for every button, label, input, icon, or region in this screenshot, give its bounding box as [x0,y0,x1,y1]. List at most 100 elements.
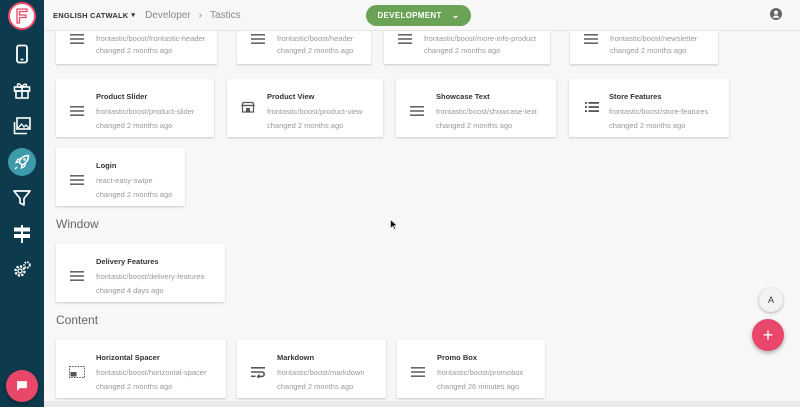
menu-icon [70,34,84,44]
tastic-title: Login [96,161,117,170]
chat-button[interactable] [6,370,38,402]
tastic-title: Store Features [609,92,662,101]
spacer-icon [69,366,85,378]
tastic-path: frontastic/boost/newsletter [610,34,698,43]
sidebar-item-gift[interactable] [8,76,36,104]
sidebar-item-rocket[interactable] [8,148,36,176]
tastic-title: Product View [267,92,315,101]
tastic-path: frontastic/boost/more-info-product [424,34,537,43]
tastic-card-store-features[interactable]: Store Features frontastic/boost/store-fe… [569,79,729,137]
breadcrumb-developer[interactable]: Developer [145,10,191,21]
spellcheck-icon: A [767,295,774,305]
tastic-path: frontastic/boost/product-slider [96,107,195,116]
tastic-card[interactable]: frontastic/boost/frontastic-header chang… [56,31,217,64]
tastic-card-product-view[interactable]: Product View frontastic/boost/product-vi… [227,79,383,137]
chevron-down-icon: ⌄ [451,10,460,20]
tastics-content: frontastic/boost/frontastic-header chang… [44,31,800,407]
tastic-card-showcase-text[interactable]: Showcase Text frontastic/boost/showcase-… [396,79,556,137]
tastic-path: frontastic/boost/frontastic-header [96,34,206,43]
tastic-path: frontastic/boost/product-view [267,107,363,116]
tastic-card-delivery-features[interactable]: Delivery Features frontastic/boost/deliv… [56,244,225,302]
mobile-icon [16,44,28,64]
sidebar-item-settings[interactable] [8,256,36,284]
mouse-cursor-icon [390,219,398,230]
gift-icon [13,83,31,99]
menu-icon [251,34,265,44]
tastic-path: frontastic/boost/store-features [609,107,709,116]
sidebar-item-mobile[interactable] [8,40,36,68]
tastic-changed: changed 2 months ago [424,46,501,55]
shop-icon [241,101,255,113]
tastic-path: frontastic/boost/header [277,34,354,43]
tastic-path: frontastic/boost/markdown [277,368,365,377]
wrap-icon [251,367,265,378]
menu-icon [411,367,425,377]
gallery-icon [13,117,31,135]
menu-icon [70,271,84,281]
filter-icon [13,190,31,206]
environment-label: DEVELOPMENT [377,11,442,20]
sidebar-item-filter[interactable] [8,184,36,212]
tastic-changed: changed 2 months ago [609,121,686,130]
tastic-title: Promo Box [437,353,478,362]
menu-icon [398,34,412,44]
sidebar-item-signpost[interactable] [8,220,36,248]
chat-icon [17,381,27,391]
tastic-card[interactable]: frontastic/boost/newsletter changed 2 mo… [570,31,718,64]
tastic-title: Markdown [277,353,315,362]
tastic-path: frontastic/boost/promobox [437,368,524,377]
sidebar [0,0,44,407]
tastic-card[interactable]: frontastic/boost/more-info-product chang… [384,31,550,64]
section-heading-window: Window [56,217,99,231]
tastic-changed: changed 2 months ago [610,46,687,55]
logo-f-icon [16,8,28,24]
rocket-icon [14,154,30,170]
list-icon [585,102,599,112]
tastic-changed: changed 2 months ago [96,121,173,130]
tastic-changed: changed 2 months ago [436,121,513,130]
menu-icon [70,106,84,116]
project-name: ENGLISH CATWALK [53,10,129,20]
tastic-path: frontastic/boost/delivery-features [96,272,205,281]
plus-icon: + [762,324,774,345]
tastic-path: react-easy-swipe [96,176,153,185]
menu-icon [70,175,84,185]
horizontal-scrollbar[interactable] [44,401,800,407]
tastic-card-promo-box[interactable]: Promo Box frontastic/boost/promobox chan… [397,340,545,398]
tastic-path: frontastic/boost/showcase-text [436,107,537,116]
tastic-changed: changed 2 months ago [277,382,354,391]
tastic-changed: changed 2 months ago [96,190,173,199]
tastic-card-login[interactable]: Login react-easy-swipe changed 2 months … [56,148,185,206]
breadcrumb-tastics: Tastics [210,9,241,21]
spellcheck-button[interactable]: A [759,288,783,312]
signpost-icon [14,225,30,243]
tastic-changed: changed 2 months ago [96,46,173,55]
tastic-title: Horizontal Spacer [96,353,160,362]
tastic-card[interactable]: frontastic/boost/header changed 2 months… [237,31,371,64]
tastic-card-markdown[interactable]: Markdown frontastic/boost/markdown chang… [237,340,386,398]
settings-icon [14,261,31,277]
tastic-changed: changed 2 months ago [267,121,344,130]
tastic-card-horizontal-spacer[interactable]: Horizontal Spacer frontastic/boost/horiz… [56,340,226,398]
project-switcher[interactable]: ENGLISH CATWALK ▾ [53,11,135,20]
tastic-title: Delivery Features [96,257,159,266]
tastic-title: Showcase Text [436,92,490,101]
tastic-path: frontastic/boost/horizontal-spacer [96,368,207,377]
user-account-icon[interactable] [770,8,782,20]
tastic-changed: changed 4 days ago [96,286,164,295]
top-bar: ENGLISH CATWALK ▾ Developer › Tastics DE… [44,0,800,31]
environment-selector[interactable]: DEVELOPMENT ⌄ [366,5,471,26]
frontastic-logo[interactable] [8,2,36,30]
tastic-changed: changed 2 months ago [96,382,173,391]
chevron-down-icon: ▾ [131,12,136,19]
menu-icon [410,106,424,116]
menu-icon [584,34,598,44]
tastic-changed: changed 2 months ago [277,46,354,55]
tastic-changed: changed 26 minutes ago [437,382,520,391]
tastic-title: Product Slider [96,92,148,101]
tastic-card-product-slider[interactable]: Product Slider frontastic/boost/product-… [56,79,214,137]
add-tastic-button[interactable]: + [752,319,784,351]
sidebar-item-gallery[interactable] [8,112,36,140]
section-heading-content: Content [56,313,99,327]
breadcrumb-chevron-icon: › [198,9,203,21]
